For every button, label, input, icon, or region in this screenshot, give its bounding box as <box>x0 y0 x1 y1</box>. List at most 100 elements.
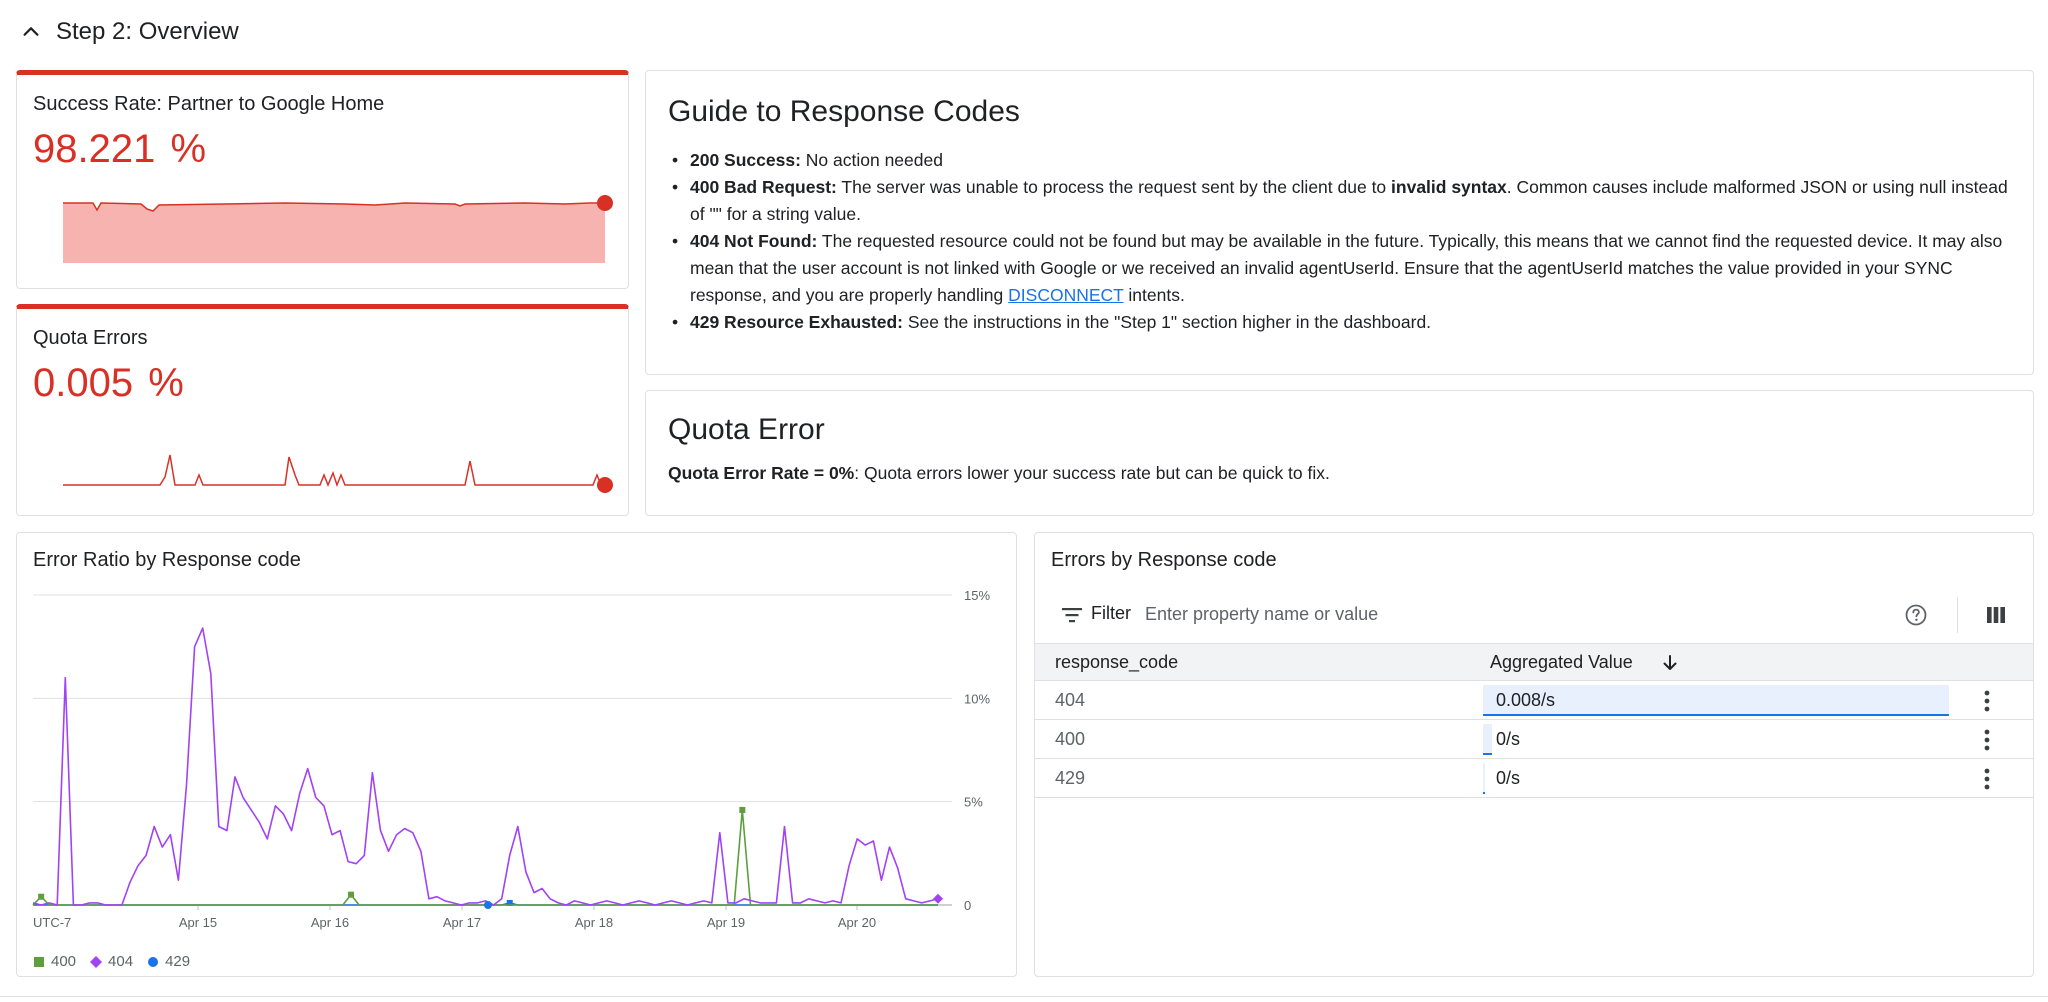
row-response-code: 429 <box>1055 768 1086 788</box>
success-rate-number: 98.221 <box>33 127 156 171</box>
section-header[interactable]: Step 2: Overview <box>0 0 2048 64</box>
more-vert-icon[interactable] <box>1975 688 1999 714</box>
legend-item-429[interactable]: 429 <box>147 953 190 970</box>
series-line-400 <box>32 809 938 906</box>
legend-marker-429 <box>148 956 159 967</box>
guide-item-text: See the instructions in the "Step 1" sec… <box>903 312 1432 332</box>
column-header-aggregated-value[interactable]: Aggregated Value <box>1490 652 1633 673</box>
columns-icon[interactable] <box>1985 604 2007 626</box>
guide-list: 200 Success: No action needed 400 Bad Re… <box>668 147 2011 336</box>
arrow-down-icon[interactable] <box>1660 653 1680 673</box>
y-tick-label: 5% <box>964 795 983 810</box>
x-tick-label: Apr 19 <box>707 915 745 930</box>
column-header-response-code[interactable]: response_code <box>1055 652 1178 673</box>
guide-item-200: 200 Success: No action needed <box>668 147 2011 174</box>
guide-title: Guide to Response Codes <box>668 95 1020 128</box>
row-response-code: 400 <box>1055 729 1086 749</box>
row-aggregated-value: 0/s <box>1496 768 1521 788</box>
quota-errors-title: Quota Errors <box>33 327 148 349</box>
table-row[interactable]: 429 0/s <box>1035 759 2033 798</box>
filter-label[interactable]: Filter <box>1091 603 1131 624</box>
x-tick-label: Apr 15 <box>179 915 217 930</box>
quota-error-description: : Quota errors lower your success rate b… <box>854 463 1330 483</box>
legend-item-400[interactable]: 400 <box>33 953 76 970</box>
quota-errors-card: Quota Errors 0.005 % <box>16 304 629 516</box>
section-title: Step 2: Overview <box>56 18 239 45</box>
table-row[interactable]: 404 0.008/s <box>1035 681 2033 720</box>
series-point-404 <box>933 893 943 904</box>
x-tick-label: Apr 16 <box>311 915 349 930</box>
help-icon[interactable] <box>1904 603 1928 627</box>
quota-error-title: Quota Error <box>668 413 825 446</box>
success-rate-unit: % <box>170 127 207 171</box>
errors-table-card: Errors by Response code Filter response_… <box>1034 532 2034 977</box>
legend-marker-404 <box>90 955 103 968</box>
quota-errors-current-dot <box>597 477 613 493</box>
table-row[interactable]: 400 0/s <box>1035 720 2033 759</box>
filter-bar: Filter <box>1035 587 2033 643</box>
errors-table: response_code Aggregated Value 404 0.008/… <box>1035 643 2033 798</box>
x-tick-label: Apr 17 <box>443 915 481 930</box>
more-vert-icon[interactable] <box>1975 727 1999 753</box>
quota-errors-number: 0.005 <box>33 361 134 405</box>
error-ratio-card: Error Ratio by Response code 15% 10% 5% 0 UT… <box>16 532 1017 977</box>
guide-item-text: intents. <box>1123 285 1185 305</box>
page-divider <box>0 996 2048 997</box>
row-aggregated-value: 0.008/s <box>1496 690 1556 710</box>
series-point-400 <box>38 893 45 900</box>
y-tick-label: 15% <box>964 588 990 603</box>
quota-errors-value: 0.005 % <box>33 361 184 406</box>
x-tick-label: UTC-7 <box>33 915 71 930</box>
x-tick-label: Apr 20 <box>838 915 876 930</box>
quota-error-text: Quota Error Rate = 0%: Quota errors lowe… <box>668 463 1330 484</box>
y-tick-label: 0 <box>964 898 971 913</box>
guide-item-text: No action needed <box>800 150 943 170</box>
guide-item-text: The server was unable to process the req… <box>836 177 1392 197</box>
quota-error-card: Quota Error Quota Error Rate = 0%: Quota… <box>645 390 2034 516</box>
error-ratio-legend: 400 404 429 <box>33 953 204 970</box>
quota-errors-sparkline <box>63 454 613 493</box>
quota-errors-unit: % <box>148 361 184 405</box>
row-value-bar <box>1483 724 1492 755</box>
series-point-400 <box>347 891 354 898</box>
error-ratio-chart[interactable]: 15% 10% 5% 0 UTC-7 Apr 15 Apr 16 Apr 17 Apr 18 Ap… <box>17 533 1017 933</box>
guide-item-text: The requested resource could not be foun… <box>690 231 2003 305</box>
legend-label: 429 <box>165 953 191 970</box>
guide-item-429: 429 Resource Exhausted: See the instruct… <box>668 309 2011 336</box>
x-tick-label: Apr 18 <box>575 915 613 930</box>
chevron-up-icon[interactable] <box>20 21 42 43</box>
legend-marker-400 <box>34 956 44 967</box>
legend-label: 404 <box>108 953 134 970</box>
row-aggregated-value: 0/s <box>1496 729 1521 749</box>
filter-icon[interactable] <box>1061 605 1083 625</box>
errors-table-title: Errors by Response code <box>1051 549 1277 571</box>
series-line-404 <box>32 627 939 906</box>
legend-item-404[interactable]: 404 <box>90 953 133 970</box>
series-point-429 <box>484 901 492 909</box>
legend-label: 400 <box>51 953 77 970</box>
guide-card: Guide to Response Codes 200 Success: No … <box>645 70 2034 375</box>
guide-item-400: 400 Bad Request: The server was unable t… <box>668 174 2011 228</box>
y-tick-label: 10% <box>964 691 990 706</box>
table-header: response_code Aggregated Value <box>1035 643 2033 681</box>
success-rate-sparkline <box>63 195 613 263</box>
filter-input[interactable] <box>1145 599 1845 629</box>
more-vert-icon[interactable] <box>1975 766 1999 792</box>
toolbar-divider <box>1957 597 1958 633</box>
disconnect-link[interactable]: DISCONNECT <box>1008 285 1123 305</box>
success-rate-title: Success Rate: Partner to Google Home <box>33 93 385 115</box>
guide-item-label: 200 Success: <box>690 150 801 170</box>
series-point-400 <box>739 806 746 813</box>
success-rate-value: 98.221 % <box>33 127 206 172</box>
table-body: 404 0.008/s 400 0/s 429 0/s <box>1035 681 2033 798</box>
row-value-bar <box>1483 763 1485 794</box>
row-response-code: 404 <box>1055 690 1086 710</box>
guide-item-emphasis: invalid syntax <box>1391 177 1507 197</box>
success-rate-current-dot <box>597 195 613 211</box>
quota-error-label: Quota Error Rate = 0% <box>668 463 855 483</box>
guide-item-label: 404 Not Found: <box>690 231 818 251</box>
guide-item-404: 404 Not Found: The requested resource co… <box>668 228 2011 309</box>
guide-item-label: 429 Resource Exhausted: <box>690 312 904 332</box>
success-rate-card: Success Rate: Partner to Google Home 98.… <box>16 70 629 289</box>
guide-item-label: 400 Bad Request: <box>690 177 837 197</box>
